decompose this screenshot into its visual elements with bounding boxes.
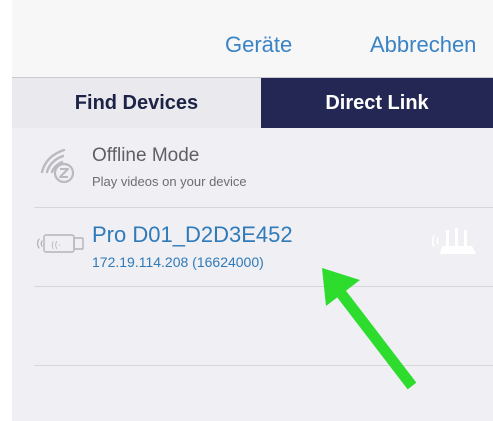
offline-mode-title: Offline Mode [92,145,200,166]
row-divider [34,365,493,366]
screen: Geräte Abbrechen Find Devices Direct Lin… [0,0,493,421]
list-item-device[interactable]: ((· Pro D01_D2D3E452 172.19.114.208 (166… [12,208,493,286]
device-name: Pro D01_D2D3E452 [92,222,293,247]
dongle-icon: ((· [34,229,86,259]
row-divider [34,286,493,287]
device-list: Offline Mode Play videos on your device … [12,128,493,421]
svg-text:((·: ((· [51,241,61,251]
segmented-tabs: Find Devices Direct Link [12,78,493,128]
geraete-button[interactable]: Geräte [225,32,292,58]
cancel-button[interactable]: Abbrechen [370,32,476,58]
wifi-z-icon [36,142,80,186]
tab-direct-link[interactable]: Direct Link [261,78,493,128]
offline-mode-subtitle: Play videos on your device [92,174,247,189]
navigation-bar: Geräte Abbrechen [12,0,493,78]
router-icon [428,224,478,264]
list-item-offline-mode[interactable]: Offline Mode Play videos on your device [12,128,493,208]
tab-find-devices[interactable]: Find Devices [12,78,261,128]
device-address: 172.19.114.208 (16624000) [92,254,264,270]
